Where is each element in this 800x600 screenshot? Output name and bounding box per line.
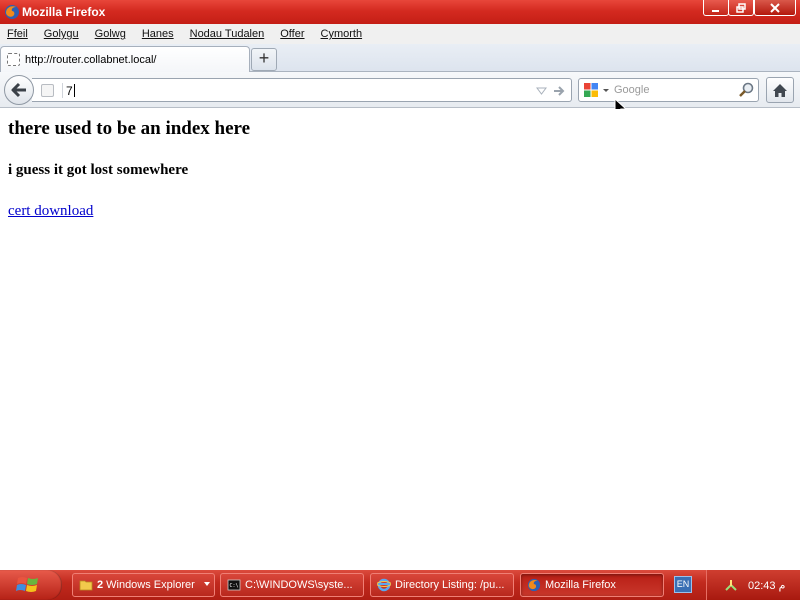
- language-indicator[interactable]: EN: [674, 576, 692, 593]
- url-value: 7: [66, 84, 73, 98]
- close-button[interactable]: [754, 0, 796, 16]
- svg-text:C:\: C:\: [230, 583, 239, 589]
- back-arrow-icon: [11, 82, 26, 98]
- cmd-icon: C:\: [227, 579, 241, 591]
- chevron-down-icon: [204, 582, 210, 586]
- back-button[interactable]: [4, 75, 34, 105]
- task-label: Directory Listing: /pu...: [395, 579, 505, 591]
- taskbar-item-firefox[interactable]: Mozilla Firefox: [520, 573, 664, 597]
- minimize-button[interactable]: [703, 0, 729, 16]
- taskbar: 2 Windows Explorer C:\ C:\WINDOWS\syste.…: [0, 570, 800, 600]
- page-subheading: i guess it got lost somewhere: [8, 162, 189, 178]
- page-heading: there used to be an index here: [8, 118, 251, 139]
- text-caret: [73, 84, 75, 97]
- start-button[interactable]: [0, 570, 62, 600]
- taskbar-item-cmd[interactable]: C:\ C:\WINDOWS\syste...: [220, 573, 364, 597]
- network-icon[interactable]: [723, 577, 739, 593]
- folder-icon: [79, 580, 93, 591]
- firefox-icon: [5, 5, 19, 19]
- title-bar: Mozilla Firefox: [0, 0, 800, 24]
- home-icon: [773, 83, 787, 97]
- task-label: C:\WINDOWS\syste...: [245, 579, 353, 591]
- home-button[interactable]: [766, 77, 794, 103]
- navigation-bar: 7 Google: [0, 72, 800, 108]
- search-input[interactable]: Google: [614, 84, 649, 96]
- tab-strip: http://router.collabnet.local/ +: [0, 44, 800, 73]
- page-content: there used to be an index here i guess i…: [0, 109, 800, 570]
- tab-title: http://router.collabnet.local/: [25, 54, 157, 66]
- menu-bar: Ffeil Golygu Golwg Hanes Nodau Tudalen O…: [0, 24, 800, 44]
- close-icon: [770, 2, 780, 13]
- task-count: 2: [97, 579, 104, 591]
- system-tray: 02:43 م: [706, 570, 800, 600]
- new-tab-button[interactable]: +: [251, 48, 277, 71]
- task-label: Windows Explorer: [106, 579, 195, 591]
- clock[interactable]: 02:43 م: [748, 579, 785, 592]
- menu-tools[interactable]: Offer: [280, 28, 304, 40]
- restore-button[interactable]: [728, 0, 754, 16]
- url-input[interactable]: 7: [66, 84, 75, 98]
- page-icon: [7, 53, 20, 66]
- go-arrow-icon[interactable]: [552, 84, 566, 98]
- window-title: Mozilla Firefox: [22, 5, 106, 19]
- menu-bookmarks[interactable]: Nodau Tudalen: [190, 28, 265, 40]
- google-icon[interactable]: [583, 82, 611, 98]
- windows-logo-icon: [16, 577, 38, 592]
- search-bar[interactable]: Google: [578, 78, 759, 102]
- menu-help[interactable]: Cymorth: [321, 28, 363, 40]
- history-dropdown-icon[interactable]: [536, 87, 547, 95]
- restore-icon: [736, 2, 746, 13]
- tab-router[interactable]: http://router.collabnet.local/: [0, 46, 250, 73]
- minimize-icon: [712, 9, 719, 12]
- cert-download-link[interactable]: cert download: [8, 203, 93, 220]
- menu-edit[interactable]: Golygu: [44, 28, 79, 40]
- ie-icon: [377, 578, 391, 592]
- site-identity-icon[interactable]: [41, 84, 54, 97]
- taskbar-item-ie[interactable]: Directory Listing: /pu...: [370, 573, 514, 597]
- url-separator: [62, 83, 63, 98]
- task-label: Mozilla Firefox: [545, 579, 616, 591]
- search-icon[interactable]: [738, 82, 754, 98]
- menu-view[interactable]: Golwg: [95, 28, 126, 40]
- url-bar[interactable]: 7: [32, 78, 572, 102]
- menu-file[interactable]: Ffeil: [7, 28, 28, 40]
- firefox-icon: [527, 578, 541, 592]
- menu-history[interactable]: Hanes: [142, 28, 174, 40]
- taskbar-item-windows-explorer[interactable]: 2 Windows Explorer: [72, 573, 215, 597]
